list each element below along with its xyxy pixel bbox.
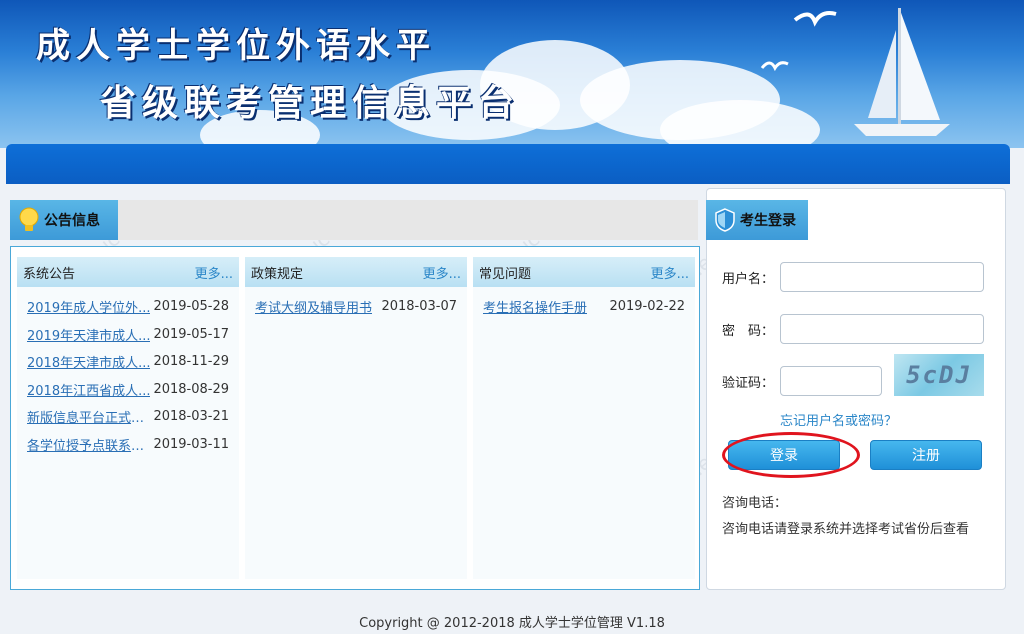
header-banner: 成人学士学位外语水平 省级联考管理信息平台: [0, 0, 1024, 148]
username-input[interactable]: [780, 262, 984, 292]
hotline-label: 咨询电话：: [722, 496, 788, 511]
notice-date: 2019-03-11: [153, 436, 229, 452]
list-item: 各学位授予点联系电话... 2019-03-11: [17, 431, 239, 459]
notice-link[interactable]: 各学位授予点联系电话...: [27, 435, 153, 454]
username-label: 用户名：: [722, 272, 775, 287]
notice-date: 2019-02-22: [609, 299, 685, 315]
notice-link[interactable]: 2019年成人学位外...: [27, 297, 150, 316]
list-item: 考试大纲及辅导用书 2018-03-07: [245, 293, 467, 321]
notice-date: 2018-08-29: [153, 381, 229, 397]
list-item: 考生报名操作手册 2019-02-22: [473, 293, 695, 321]
column-header: 政策规定 更多...: [245, 257, 467, 287]
column-header: 常见问题 更多...: [473, 257, 695, 287]
lightbulb-icon: [19, 207, 39, 231]
list-item: 2019年成人学位外... 2019-05-28: [17, 293, 239, 321]
notice-link[interactable]: 2019年天津市成人...: [27, 325, 150, 344]
list-item: 2018年天津市成人... 2018-11-29: [17, 348, 239, 376]
captcha-label: 验证码：: [722, 376, 775, 391]
notice-date: 2018-03-21: [153, 409, 229, 425]
hotline-text: 咨询电话请登录系统并选择考试省份后查看: [722, 522, 970, 537]
more-link[interactable]: 更多...: [195, 263, 233, 282]
password-label: 密 码：: [722, 324, 775, 339]
notice-date: 2019-05-28: [153, 299, 229, 315]
notice-link[interactable]: 2018年天津市成人...: [27, 352, 150, 371]
notice-link[interactable]: 新版信息平台正式启用: [27, 407, 153, 426]
tab-login: 考生登录: [706, 200, 808, 240]
forgot-password-link[interactable]: 忘记用户名或密码？: [780, 410, 897, 429]
column-title: 常见问题: [479, 266, 532, 282]
list-item: 2019年天津市成人... 2019-05-17: [17, 321, 239, 349]
notice-date: 2018-11-29: [153, 354, 229, 370]
login-tab-label: 考生登录: [740, 213, 796, 229]
shield-icon: [715, 208, 735, 232]
notice-date: 2019-05-17: [153, 326, 229, 342]
column-title: 政策规定: [251, 266, 304, 282]
more-link[interactable]: 更多...: [423, 263, 461, 282]
captcha-image[interactable]: 5cDJ: [894, 354, 984, 396]
register-button[interactable]: 注册: [870, 440, 982, 470]
captcha-input[interactable]: [780, 366, 882, 396]
notice-column-policy: 政策规定 更多... 考试大纲及辅导用书 2018-03-07: [245, 257, 467, 579]
seagull-icon-small: [760, 61, 789, 72]
list-item: 2018年江西省成人... 2018-08-29: [17, 376, 239, 404]
column-title: 系统公告: [23, 266, 76, 282]
column-header: 系统公告 更多...: [17, 257, 239, 287]
tab-notice: 公告信息: [10, 200, 118, 240]
seagull-icon: [793, 11, 837, 27]
footer-copyright: Copyright @ 2012-2018 成人学士学位管理 V1.18: [359, 616, 665, 631]
notice-panel: 系统公告 更多... 2019年成人学位外... 2019-05-28 2019…: [10, 246, 700, 590]
notice-date: 2018-03-07: [381, 299, 457, 315]
banner-title-line2: 省级联考管理信息平台: [100, 82, 521, 124]
banner-title-line1: 成人学士学位外语水平: [36, 26, 436, 66]
notice-column-system: 系统公告 更多... 2019年成人学位外... 2019-05-28 2019…: [17, 257, 239, 579]
notice-tab-label: 公告信息: [44, 213, 100, 229]
nav-bar: [6, 144, 1010, 184]
highlight-ellipse: [722, 432, 860, 478]
notice-link[interactable]: 考试大纲及辅导用书: [255, 297, 372, 316]
list-item: 新版信息平台正式启用 2018-03-21: [17, 403, 239, 431]
more-link[interactable]: 更多...: [651, 263, 689, 282]
sailboat-icon: [854, 8, 950, 136]
notice-column-faq: 常见问题 更多... 考生报名操作手册 2019-02-22: [473, 257, 695, 579]
notice-link[interactable]: 2018年江西省成人...: [27, 380, 150, 399]
notice-link[interactable]: 考生报名操作手册: [483, 297, 587, 316]
password-input[interactable]: [780, 314, 984, 344]
